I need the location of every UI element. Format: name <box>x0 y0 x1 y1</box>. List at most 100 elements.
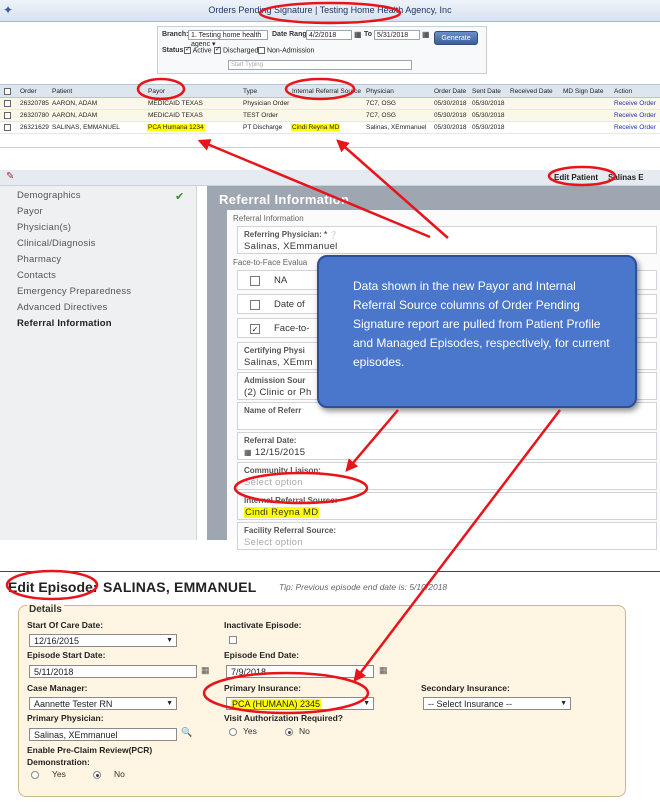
cell-patient: AARON, ADAM <box>52 100 98 107</box>
report-table: Order Patient Payor Type Internal Referr… <box>0 84 660 134</box>
pcr-no-label: No <box>114 769 125 779</box>
inactivate-label: Inactivate Episode: <box>224 620 302 630</box>
table-row: 26320785 AARON, ADAM MEDICAID TEXAS Phys… <box>0 98 660 110</box>
report-title: Orders Pending Signature | Testing Home … <box>208 5 452 15</box>
secondary-insurance-label: Secondary Insurance: <box>421 683 510 693</box>
explanation-callout: Data shown in the new Payor and Internal… <box>317 255 637 408</box>
cell-order: 26320785 <box>20 100 49 107</box>
sidebar-item-emergency[interactable]: Emergency Preparedness <box>17 286 131 297</box>
inactivate-checkbox[interactable] <box>229 636 237 644</box>
referring-physician-field[interactable]: Referring Physician: * ❔ Salinas, XEmman… <box>237 226 657 254</box>
receive-order-link[interactable]: Receive Order <box>614 112 656 119</box>
visit-auth-no-label: No <box>299 726 310 736</box>
referral-date-field[interactable]: Referral Date: ▦ 12/15/2015 <box>237 432 657 460</box>
primary-insurance-select[interactable]: PCA (HUMANA) 2345 ▼ <box>226 697 374 710</box>
calendar-icon[interactable]: ▦ <box>201 665 210 676</box>
facility-referral-source-field[interactable]: Facility Referral Source: Select option <box>237 522 657 550</box>
receive-order-link[interactable]: Receive Order <box>614 124 656 131</box>
table-row: 26320780 AARON, ADAM MEDICAID TEXAS TEST… <box>0 110 660 122</box>
sidebar-item-directives[interactable]: Advanced Directives <box>17 302 107 313</box>
sidebar-item-referral[interactable]: Referral Information <box>17 318 112 329</box>
dropdown-icon: ▼ <box>560 700 567 707</box>
col-patient[interactable]: Patient <box>52 88 72 95</box>
col-physician[interactable]: Physician <box>366 88 394 95</box>
cell-type: PT Discharge <box>243 124 283 131</box>
sidebar-item-clinical[interactable]: Clinical/Diagnosis <box>17 238 96 249</box>
cell-physician: 7C7, OSG <box>366 112 396 119</box>
primary-physician-input[interactable]: Salinas, XEmmanuel <box>29 728 177 741</box>
cell-order: 26320780 <box>20 112 49 119</box>
primary-insurance-label: Primary Insurance: <box>224 683 302 693</box>
table-header: Order Patient Payor Type Internal Referr… <box>0 84 660 98</box>
calendar-icon[interactable]: ▦ <box>422 30 430 39</box>
col-type[interactable]: Type <box>243 88 257 95</box>
visit-auth-yes-radio[interactable] <box>229 728 237 736</box>
branch-select[interactable]: 1. Testing home health agenc ▾ <box>188 30 268 48</box>
report-titlebar: ✦ Orders Pending Signature | Testing Hom… <box>0 0 660 22</box>
soc-label: Start Of Care Date: <box>27 620 104 630</box>
col-order[interactable]: Order <box>20 88 37 95</box>
status-discharged-checkbox[interactable]: Discharged <box>214 45 258 54</box>
visit-auth-label: Visit Authorization Required? <box>224 713 344 723</box>
cell-order-date: 05/30/2018 <box>434 112 467 119</box>
generate-button[interactable]: Generate <box>434 31 478 45</box>
pcr-no-radio[interactable] <box>93 771 101 779</box>
case-manager-label: Case Manager: <box>27 683 88 693</box>
pencil-icon: ✎ <box>6 171 15 182</box>
episode-details: Details Start Of Care Date: 12/16/2015 ▼ … <box>18 604 626 797</box>
cell-type: TEST Order <box>243 112 278 119</box>
dropdown-icon: ▼ <box>363 700 370 707</box>
page-title: Referral Information <box>219 192 350 207</box>
edit-episode: Edit Episode: SALINAS, EMMANUEL Tip: Pre… <box>0 565 660 803</box>
cell-order-date: 05/30/2018 <box>434 100 467 107</box>
sidebar-item-pharmacy[interactable]: Pharmacy <box>17 254 61 265</box>
secondary-insurance-select[interactable]: -- Select Insurance -- ▼ <box>423 697 571 710</box>
col-payor[interactable]: Payor <box>148 88 165 95</box>
date-from-input[interactable]: 4/2/2018 <box>306 30 352 40</box>
pcr-label: Enable Pre-Claim Review(PCR) <box>27 745 153 755</box>
status-nonadmission-checkbox[interactable]: Non-Admission <box>258 47 314 54</box>
edit-patient-tab[interactable]: Edit Patient <box>554 173 598 182</box>
col-sent-date[interactable]: Sent Date <box>472 88 501 95</box>
episode-end-input[interactable]: 7/9/2018 <box>226 665 374 678</box>
divider <box>0 571 660 572</box>
case-manager-select[interactable]: Aannette Tester RN ▼ <box>29 697 177 710</box>
col-order-date[interactable]: Order Date <box>434 88 466 95</box>
soc-select[interactable]: 12/16/2015 ▼ <box>29 634 177 647</box>
calendar-icon: ▦ <box>244 448 252 457</box>
calendar-icon[interactable]: ▦ <box>354 30 362 39</box>
episode-start-input[interactable]: 5/11/2018 <box>29 665 197 678</box>
sidebar-item-physicians[interactable]: Physician(s) <box>17 222 71 233</box>
select-all-checkbox[interactable] <box>4 88 11 95</box>
row-checkbox[interactable] <box>4 112 11 119</box>
to-label: To <box>364 31 373 38</box>
status-active-checkbox[interactable]: Active <box>184 45 212 54</box>
search-icon[interactable]: 🔍 <box>181 727 192 738</box>
sidebar-item-demographics[interactable]: Demographics <box>17 190 81 201</box>
visit-auth-no-radio[interactable] <box>285 728 293 736</box>
col-md-sign-date[interactable]: MD Sign Date <box>563 88 603 95</box>
sidebar-item-payor[interactable]: Payor <box>17 206 43 217</box>
callout-text: Data shown in the new Payor and Internal… <box>353 279 610 369</box>
episode-tip: Tip: Previous episode end date is: 5/10/… <box>279 582 448 592</box>
status-nonadmission-label: Non-Admission <box>266 47 315 55</box>
community-liaison-field[interactable]: Community Liaison: Select option <box>237 462 657 490</box>
cell-order: 26321629 <box>20 124 49 131</box>
internal-referral-source-field[interactable]: Internal Referral Source: Cindi Reyna MD <box>237 492 657 520</box>
episode-patient-name: SALINAS, EMMANUEL <box>103 579 257 595</box>
row-checkbox[interactable] <box>4 100 11 107</box>
pcr-yes-radio[interactable] <box>31 771 39 779</box>
date-to-input[interactable]: 5/31/2018 <box>374 30 420 40</box>
col-internal-referral-source[interactable]: Internal Referral Source <box>292 88 361 95</box>
sidebar-item-contacts[interactable]: Contacts <box>17 270 56 281</box>
calendar-icon[interactable]: ▦ <box>379 665 388 676</box>
col-received-date[interactable]: Received Date <box>510 88 553 95</box>
col-action: Action <box>614 88 633 95</box>
table-row: 26321629 SALINAS, EMMANUEL PCA Humana 12… <box>0 122 660 134</box>
report-filters: Branch: 1. Testing home health agenc ▾ D… <box>157 26 487 74</box>
row-checkbox[interactable] <box>4 124 11 131</box>
cell-sent-date: 05/30/2018 <box>472 112 505 119</box>
receive-order-link[interactable]: Receive Order <box>614 100 656 107</box>
patient-search-input[interactable]: Start Typing <box>228 60 412 70</box>
cell-patient: SALINAS, EMMANUEL <box>52 124 120 131</box>
